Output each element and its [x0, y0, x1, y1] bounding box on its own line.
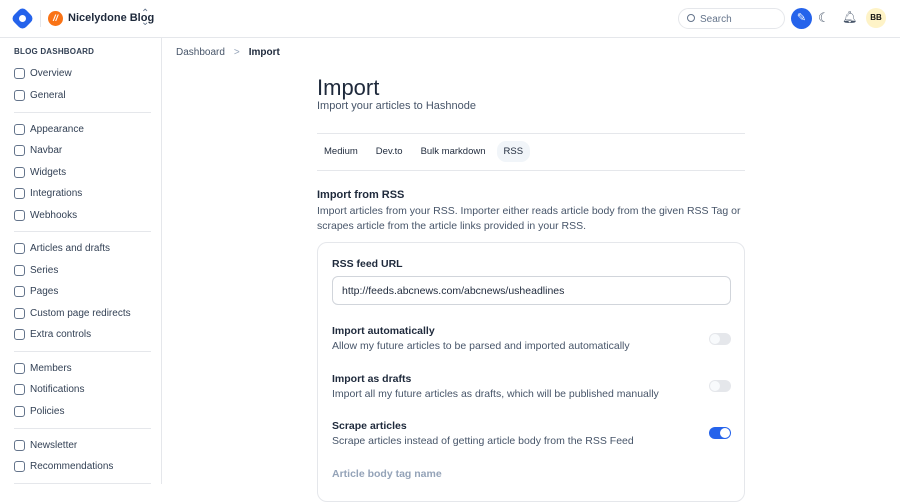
bell-icon: [14, 383, 25, 395]
redirect-icon: [14, 307, 25, 319]
overview-icon: [14, 67, 25, 79]
sidebar-item-members[interactable]: Members: [14, 361, 72, 375]
sidebar-item-integrations[interactable]: Integrations: [14, 186, 82, 200]
sidebar-item-label: Integrations: [30, 187, 83, 199]
sidebar-item-custom-page-redirects[interactable]: Custom page redirects: [14, 306, 131, 320]
option-title: Import as drafts: [332, 373, 412, 385]
search-placeholder: Search: [700, 14, 732, 25]
sidebar-item-pages[interactable]: Pages: [14, 284, 58, 298]
sidebar-item-label: Series: [30, 264, 59, 276]
sidebar-item-extra-controls[interactable]: Extra controls: [14, 327, 91, 341]
search-icon: [687, 14, 695, 22]
sidebar-item-label: Members: [30, 362, 72, 374]
policy-icon: [14, 405, 25, 417]
divider: [14, 112, 151, 113]
option-desc: Scrape articles instead of getting artic…: [332, 435, 634, 447]
option-desc: Import all my future articles as drafts,…: [332, 388, 659, 400]
import-automatically-toggle[interactable]: [709, 333, 731, 345]
sidebar-item-label: Newsletter: [30, 439, 78, 451]
sidebar-item-label: Webhooks: [30, 209, 78, 221]
divider: [40, 10, 41, 27]
sidebar-item-appearance[interactable]: Appearance: [14, 122, 84, 136]
divider: [317, 133, 745, 134]
blog-icon: //: [48, 11, 63, 26]
divider: [317, 170, 745, 171]
breadcrumb-dashboard[interactable]: Dashboard: [176, 47, 225, 58]
tab-medium[interactable]: Medium: [317, 141, 365, 162]
avatar[interactable]: BB: [866, 8, 886, 28]
sidebar-item-label: Notifications: [30, 383, 85, 395]
navbar-icon: [14, 144, 25, 156]
sidebar-item-overview[interactable]: Overview: [14, 66, 72, 80]
sidebar-item-label: Policies: [30, 405, 65, 417]
search-input[interactable]: Search: [678, 8, 785, 29]
chevron-right-icon: >: [233, 47, 240, 58]
sidebar-item-policies[interactable]: Policies: [14, 404, 64, 418]
sidebar-item-widgets[interactable]: Widgets: [14, 165, 66, 179]
sidebar-item-articles-and-drafts[interactable]: Articles and drafts: [14, 241, 110, 255]
chevron-up-down-icon[interactable]: ⌃ ⌄: [141, 9, 149, 28]
import-tabs: Medium Dev.to Bulk markdown RSS: [317, 141, 531, 162]
bell-icon[interactable]: 🔔︎: [842, 10, 857, 24]
page-title: Import: [317, 75, 380, 100]
puzzle-icon: [14, 166, 25, 178]
divider: [14, 428, 151, 429]
sidebar-item-navbar[interactable]: Navbar: [14, 143, 62, 157]
sidebar-item-series[interactable]: Series: [14, 263, 58, 277]
sidebar-item-webhooks[interactable]: Webhooks: [14, 208, 77, 222]
sidebar: BLOG DASHBOARD Overview General Appearance…: [0, 38, 162, 484]
sidebar-item-label: Overview: [30, 67, 72, 79]
sidebar-item-label: Extra controls: [30, 328, 92, 340]
moon-icon[interactable]: ☾: [818, 10, 830, 26]
import-as-drafts-toggle[interactable]: [709, 380, 731, 392]
sidebar-item-notifications[interactable]: Notifications: [14, 382, 84, 396]
tab-devto[interactable]: Dev.to: [369, 141, 410, 162]
option-desc: Allow my future articles to be parsed an…: [332, 340, 630, 352]
section-title: Import from RSS: [317, 189, 405, 201]
rss-url-input[interactable]: http://feeds.abcnews.com/abcnews/usheadl…: [332, 276, 731, 305]
scrape-articles-toggle[interactable]: [709, 427, 731, 439]
page-icon: [14, 285, 25, 297]
file-icon: [14, 242, 25, 254]
gear-icon: [14, 89, 25, 101]
sidebar-item-newsletter[interactable]: Newsletter: [14, 438, 77, 452]
option-title: Scrape articles: [332, 420, 407, 432]
section-description: Import articles from your RSS. Importer …: [317, 205, 741, 232]
sidebar-item-label: Articles and drafts: [30, 242, 111, 254]
members-icon: [14, 362, 25, 374]
sidebar-item-label: Widgets: [30, 166, 67, 178]
divider: [14, 231, 151, 232]
body-tag-label: Article body tag name: [332, 468, 442, 480]
pen-icon: ✎: [796, 12, 807, 24]
breadcrumb: Dashboard > Import: [176, 47, 280, 58]
rss-settings-card: RSS feed URL http://feeds.abcnews.com/ab…: [317, 242, 745, 502]
sidebar-item-recommendations[interactable]: Recommendations: [14, 459, 113, 473]
top-bar: // Nicelydone Blog ⌃ ⌄ Search ✎ ☾ 🔔︎ BB: [0, 0, 900, 38]
webhook-icon: [14, 209, 25, 221]
write-button[interactable]: ✎: [791, 8, 812, 29]
option-title: Import automatically: [332, 325, 435, 337]
series-icon: [14, 264, 25, 276]
breadcrumb-current: Import: [248, 47, 280, 58]
sidebar-item-label: Appearance: [30, 123, 84, 135]
tab-bulk-markdown[interactable]: Bulk markdown: [414, 141, 493, 162]
hashnode-logo[interactable]: [10, 6, 35, 31]
tab-rss[interactable]: RSS: [496, 141, 531, 162]
mail-icon: [14, 439, 25, 451]
plug-icon: [14, 187, 25, 199]
controls-icon: [14, 328, 25, 340]
sidebar-item-label: General: [30, 89, 66, 101]
sidebar-item-label: Navbar: [30, 144, 63, 156]
sidebar-item-general[interactable]: General: [14, 88, 66, 102]
recommend-icon: [14, 460, 25, 472]
sidebar-item-label: Custom page redirects: [30, 307, 131, 319]
rss-url-label: RSS feed URL: [332, 258, 403, 270]
sidebar-title: BLOG DASHBOARD: [14, 47, 95, 56]
page-subtitle: Import your articles to Hashnode: [317, 100, 476, 112]
brush-icon: [14, 123, 25, 135]
sidebar-item-label: Pages: [30, 285, 59, 297]
divider: [14, 351, 151, 352]
sidebar-item-label: Recommendations: [30, 460, 114, 472]
